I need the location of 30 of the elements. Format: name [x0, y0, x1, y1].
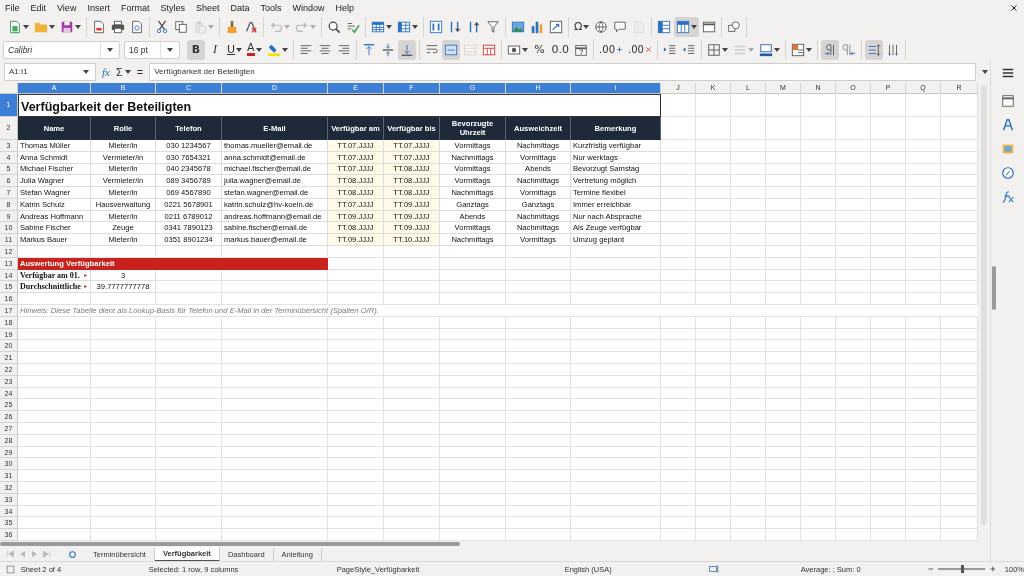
sum-button[interactable]: Σ	[115, 65, 131, 78]
toolbar-button[interactable]: A	[245, 39, 264, 60]
menu-item[interactable]: File	[5, 2, 20, 13]
toolbar-button[interactable]: 0.0	[549, 39, 572, 60]
name-box[interactable]: A1:I1	[4, 62, 96, 81]
summary-label: Durchschnittliche	[20, 281, 81, 293]
menu-item[interactable]: Styles	[160, 2, 185, 13]
toolbar-button[interactable]: .00	[597, 39, 625, 60]
sheet-title: Verfügbarkeit der Beteiligten	[21, 99, 192, 114]
menu-item[interactable]: Format	[120, 2, 150, 13]
menu-item[interactable]: Tools	[260, 2, 282, 13]
menu-item[interactable]: Edit	[30, 2, 47, 13]
font-size-field[interactable]: 16 pt	[124, 40, 180, 59]
menu-item[interactable]: Insert	[87, 2, 110, 13]
menu-item[interactable]: Data	[230, 2, 250, 13]
toolbar-button[interactable]: I	[206, 39, 224, 60]
menu-item[interactable]: View	[57, 2, 77, 13]
toolbar-button[interactable]: U	[225, 39, 245, 60]
toolbar-button[interactable]: %	[530, 39, 549, 60]
menu-item[interactable]: Help	[335, 2, 355, 13]
formula-input[interactable]: Verfügbarkeit der Beteiligten	[149, 62, 976, 81]
font-name-field[interactable]: Calibri	[3, 40, 120, 59]
menu-item[interactable]: Sheet	[195, 2, 220, 13]
summary-label: Verfügbar am 01.	[20, 269, 80, 281]
function-wizard-button[interactable]: fx	[102, 65, 110, 78]
toolbar-button[interactable]: Ω	[572, 16, 592, 37]
menu-item[interactable]: Window	[292, 2, 325, 13]
toolbar-button[interactable]: B	[187, 39, 205, 60]
toolbar-button[interactable]: .00	[626, 39, 654, 60]
formula-button[interactable]: =	[136, 65, 144, 78]
